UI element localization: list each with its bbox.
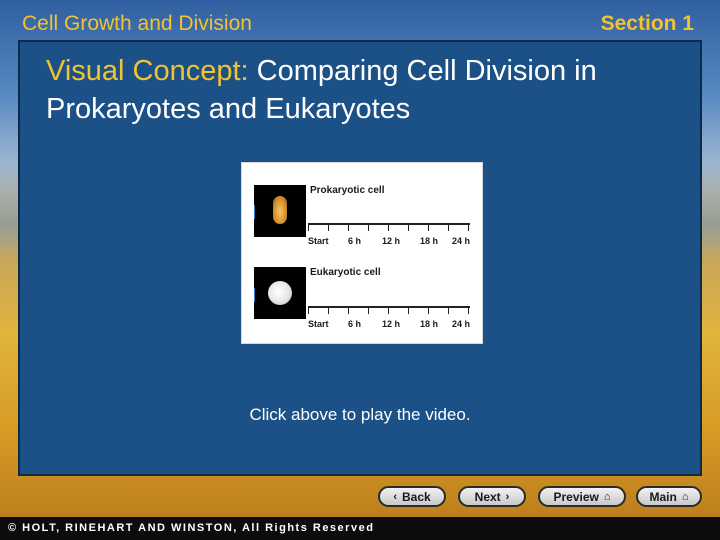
next-button[interactable]: Next › — [458, 486, 526, 507]
timeline-label: 6 h — [348, 319, 362, 329]
eukaryote-timeline — [308, 306, 470, 316]
chevron-right-icon: › — [505, 490, 510, 503]
eukaryote-label: Eukaryotic cell — [310, 267, 381, 278]
title-prefix: Visual Concept: — [46, 55, 249, 87]
home-icon: ⌂ — [603, 490, 611, 503]
home-icon: ⌂ — [681, 490, 689, 503]
main-button-label: Main — [649, 489, 677, 504]
timeline-label: 12 h — [382, 236, 401, 246]
section-label: Section 1 — [600, 12, 694, 35]
video-caption: Click above to play the video. — [249, 405, 471, 424]
eukaryote-cell-icon — [268, 281, 292, 305]
back-button-label: Back — [401, 489, 431, 504]
timeline-label: Start — [308, 319, 329, 329]
back-button[interactable]: ‹ Back — [378, 486, 446, 507]
chevron-left-icon: ‹ — [393, 490, 397, 503]
prokaryote-label: Prokaryotic cell — [310, 185, 385, 196]
next-button-label: Next — [474, 489, 501, 504]
copyright-footer: © HOLT, RINEHART AND WINSTON, All Rights… — [0, 517, 720, 540]
chapter-title: Cell Growth and Division — [22, 12, 252, 35]
timeline-label: 6 h — [348, 236, 362, 246]
timeline-label: Start — [308, 236, 329, 246]
timeline-label: 12 h — [382, 319, 401, 329]
timeline-label: 18 h — [420, 319, 439, 329]
main-button[interactable]: Main ⌂ — [636, 486, 702, 507]
preview-button[interactable]: Preview ⌂ — [538, 486, 626, 507]
video-player[interactable]: Prokaryotic cell Start 6 h 12 h 18 h 24 … — [241, 162, 483, 344]
prokaryote-timeline — [308, 223, 470, 233]
prokaryote-timeline-labels: Start 6 h 12 h 18 h 24 h — [308, 236, 472, 248]
preview-button-label: Preview — [553, 489, 599, 504]
timeline-label: 24 h — [452, 236, 471, 246]
prokaryote-progress-marker — [254, 205, 255, 219]
content-panel: Visual Concept: Comparing Cell Division … — [18, 40, 702, 476]
prokaryote-image — [254, 185, 306, 237]
eukaryote-timeline-labels: Start 6 h 12 h 18 h 24 h — [308, 319, 472, 331]
prokaryote-cell-icon — [273, 196, 287, 224]
eukaryote-image — [254, 267, 306, 319]
eukaryote-progress-marker — [254, 288, 255, 302]
timeline-label: 24 h — [452, 319, 471, 329]
slide-title: Visual Concept: Comparing Cell Division … — [46, 52, 686, 128]
timeline-label: 18 h — [420, 236, 439, 246]
